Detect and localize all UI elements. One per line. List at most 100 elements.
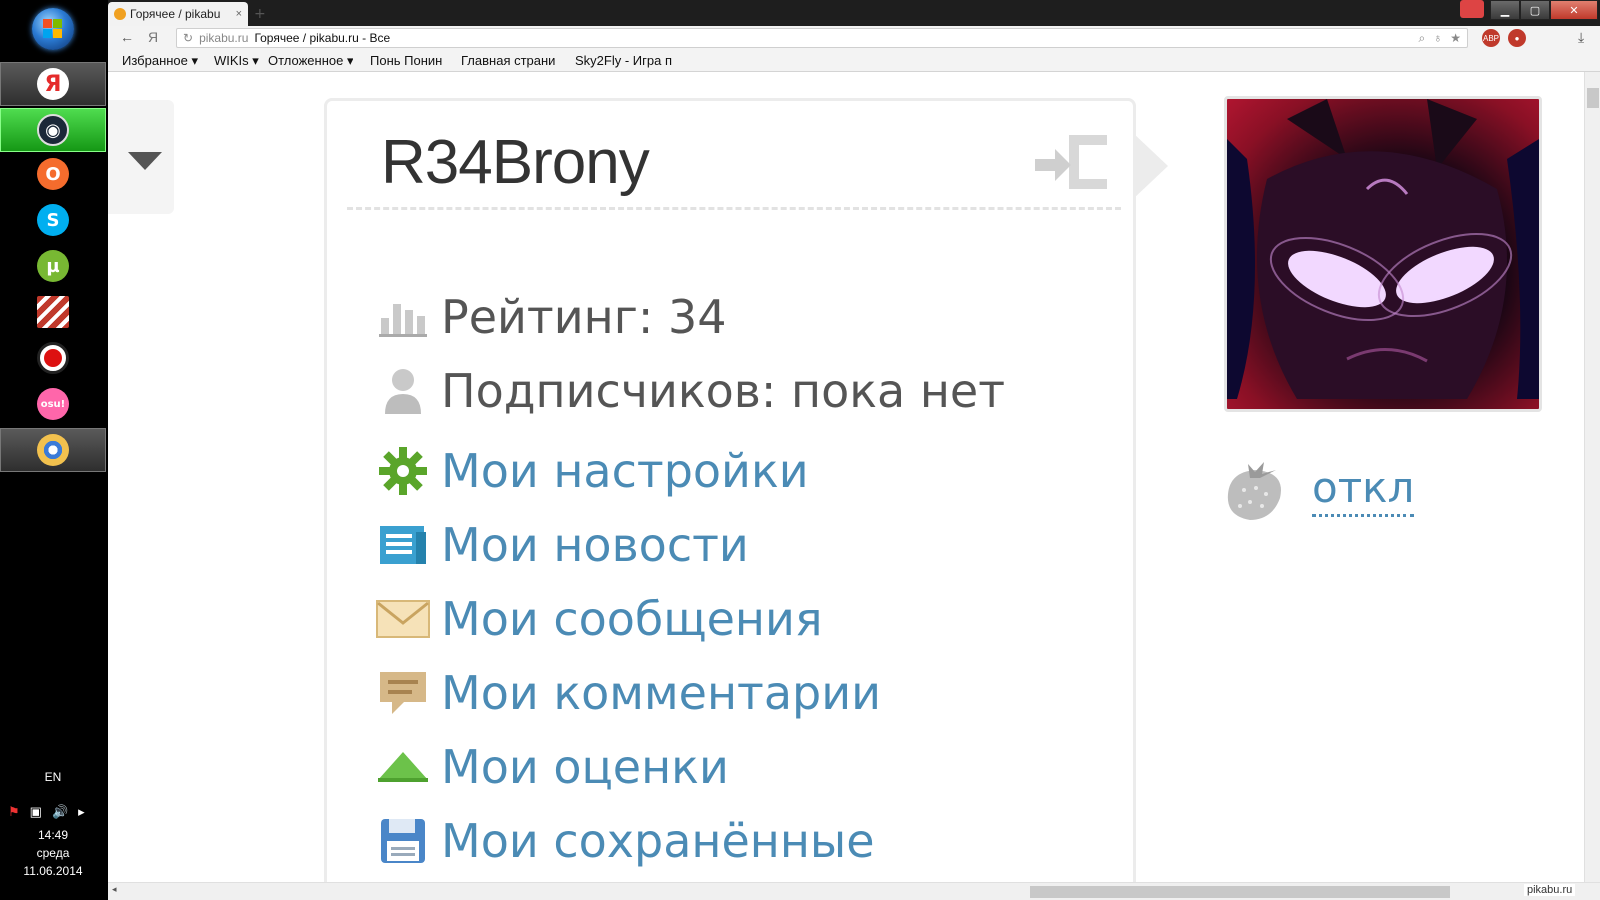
- tab-close-icon[interactable]: ×: [236, 8, 242, 20]
- window-close-icon[interactable]: ✕: [1550, 0, 1598, 20]
- link-news-label[interactable]: Мои новости: [441, 518, 749, 572]
- link-settings-label[interactable]: Мои настройки: [441, 444, 809, 498]
- yandex-icon: Я: [37, 68, 69, 100]
- link-messages-label[interactable]: Мои сообщения: [441, 592, 823, 646]
- taskbar-origin-button[interactable]: O: [0, 152, 106, 196]
- link-settings[interactable]: Мои настройки: [375, 439, 809, 503]
- dropdown-arrow-icon: [128, 152, 162, 170]
- address-bar[interactable]: ↻ pikabu.ru Горячее / pikabu.ru - Все ⌕ …: [176, 28, 1468, 48]
- link-ratings[interactable]: Мои оценки: [375, 735, 729, 799]
- profile-card: R34Brony Рейтинг: 34 Подписчиков: пока н…: [324, 98, 1136, 882]
- link-comments[interactable]: Мои комментарии: [375, 661, 881, 725]
- show-hidden-icons-icon[interactable]: ▸: [78, 804, 85, 820]
- download-icon[interactable]: ⤓: [1578, 29, 1584, 46]
- tab-title: Горячее / pikabu: [130, 7, 221, 21]
- address-page-title: Горячее / pikabu.ru - Все: [254, 31, 391, 45]
- bookmark-pon-ponin[interactable]: Понь Понин: [370, 53, 442, 68]
- steam-icon: ◉: [37, 114, 69, 146]
- system-tray: EN ⚑ ▣ 🔊 ▸ 14:49 среда 11.06.2014: [0, 760, 108, 900]
- yandex-small-icon[interactable]: Я: [148, 29, 158, 45]
- logout-icon[interactable]: [1031, 127, 1111, 197]
- browser-toolbar: ← Я ↻ pikabu.ru Горячее / pikabu.ru - Вс…: [108, 26, 1600, 50]
- vertical-scroll-thumb[interactable]: [1587, 88, 1599, 108]
- stat-subscribers: Подписчиков: пока нет: [375, 359, 1005, 423]
- tab-pikabu[interactable]: Горячее / pikabu ×: [108, 2, 248, 26]
- strawberry-toggle-link[interactable]: откл: [1312, 462, 1415, 517]
- utorrent-icon: µ: [37, 250, 69, 282]
- taskbar-osu-button[interactable]: osu!: [0, 382, 106, 426]
- language-indicator[interactable]: EN: [0, 770, 106, 784]
- card-pointer: [1132, 132, 1168, 200]
- taskbar-record-button[interactable]: [0, 336, 106, 380]
- scroll-left-icon[interactable]: ◂: [112, 885, 117, 895]
- comment-icon: [375, 665, 431, 721]
- clock-date: 11.06.2014: [23, 864, 83, 878]
- osu-icon: osu!: [37, 388, 69, 420]
- stat-subscribers-label: Подписчиков: пока нет: [441, 364, 1006, 418]
- origin-icon: O: [37, 158, 69, 190]
- link-messages[interactable]: Мои сообщения: [375, 587, 823, 651]
- skype-icon: S: [37, 204, 69, 236]
- start-button[interactable]: [32, 8, 74, 50]
- envelope-icon: [375, 591, 431, 647]
- record-icon: [37, 342, 69, 374]
- second-extension-icon[interactable]: ●: [1508, 29, 1526, 47]
- floppy-icon: [375, 813, 431, 869]
- bookmark-wikis[interactable]: WIKIs ▾: [214, 53, 259, 69]
- taskbar-yandex-button[interactable]: Я: [0, 62, 106, 106]
- watermark: pikabu.ru: [1524, 884, 1576, 896]
- link-saved[interactable]: Мои сохранённые: [375, 809, 875, 873]
- user-avatar[interactable]: [1224, 96, 1542, 412]
- browser-window: Горячее / pikabu × + ▁ ▢ ✕ ← Я ↻ pikabu.…: [108, 0, 1600, 900]
- taskbar-striped-app-button[interactable]: [0, 290, 106, 334]
- minimize-icon[interactable]: ▁: [1490, 0, 1520, 20]
- link-comments-label[interactable]: Мои комментарии: [441, 666, 881, 720]
- bookmark-favorites[interactable]: Избранное ▾: [122, 53, 198, 69]
- vertical-scrollbar[interactable]: [1584, 72, 1600, 882]
- taskbar-utorrent-button[interactable]: µ: [0, 244, 106, 288]
- tab-strip: Горячее / pikabu × + ▁ ▢ ✕: [108, 0, 1600, 26]
- horizontal-scroll-thumb[interactable]: [1030, 886, 1450, 898]
- new-tab-icon[interactable]: +: [254, 6, 266, 22]
- adblock-extension-icon[interactable]: ABP: [1482, 29, 1500, 47]
- link-news[interactable]: Мои новости: [375, 513, 749, 577]
- bookmark-main-page[interactable]: Главная страни: [461, 53, 565, 68]
- address-domain: pikabu.ru: [199, 31, 249, 45]
- taskbar-skype-button[interactable]: S: [0, 198, 106, 242]
- lightbulb-icon[interactable]: ♁: [1433, 31, 1442, 46]
- horizontal-scrollbar[interactable]: ◂: [108, 882, 1600, 900]
- clock-day: среда: [36, 846, 70, 860]
- pikabu-favicon-icon: [114, 8, 126, 20]
- taskbar-paint-button[interactable]: [0, 428, 106, 472]
- sidebar-toggle[interactable]: [108, 100, 174, 214]
- striped-app-icon: [37, 296, 69, 328]
- user-icon: [375, 363, 431, 419]
- page-content: R34Brony Рейтинг: 34 Подписчиков: пока н…: [108, 72, 1584, 882]
- link-ratings-label[interactable]: Мои оценки: [441, 740, 729, 794]
- network-icon[interactable]: ▣: [30, 804, 42, 820]
- pony-avatar-image: [1227, 99, 1539, 399]
- gear-icon: [375, 443, 431, 499]
- back-arrow-icon[interactable]: ←: [120, 29, 134, 45]
- taskbar-steam-button[interactable]: ◉: [0, 108, 106, 152]
- flag-alert-icon[interactable]: ⚑: [8, 804, 20, 820]
- bookmark-sky2fly[interactable]: Sky2Fly - Игра п: [575, 53, 679, 68]
- bookmark-later[interactable]: Отложенное ▾: [268, 53, 353, 69]
- paint-palette-icon: [37, 434, 69, 466]
- windows-logo-icon: [43, 19, 63, 39]
- maximize-icon[interactable]: ▢: [1520, 0, 1550, 20]
- bookmark-star-icon[interactable]: ★: [1450, 31, 1461, 46]
- stat-rating-label: Рейтинг: 34: [441, 290, 727, 344]
- strawberry-icon[interactable]: [1222, 458, 1288, 524]
- clock-time[interactable]: 14:49: [0, 828, 106, 842]
- triangle-up-icon: [375, 739, 431, 795]
- volume-icon[interactable]: 🔊: [52, 804, 68, 820]
- bar-chart-icon: [375, 289, 431, 345]
- card-divider: [347, 207, 1121, 210]
- link-saved-label[interactable]: Мои сохранённые: [441, 814, 875, 868]
- profile-username[interactable]: R34Brony: [381, 127, 650, 198]
- news-icon: [375, 517, 431, 573]
- stat-rating: Рейтинг: 34: [375, 285, 727, 349]
- reload-icon[interactable]: ↻: [183, 31, 193, 45]
- zoom-icon[interactable]: ⌕: [1419, 31, 1426, 46]
